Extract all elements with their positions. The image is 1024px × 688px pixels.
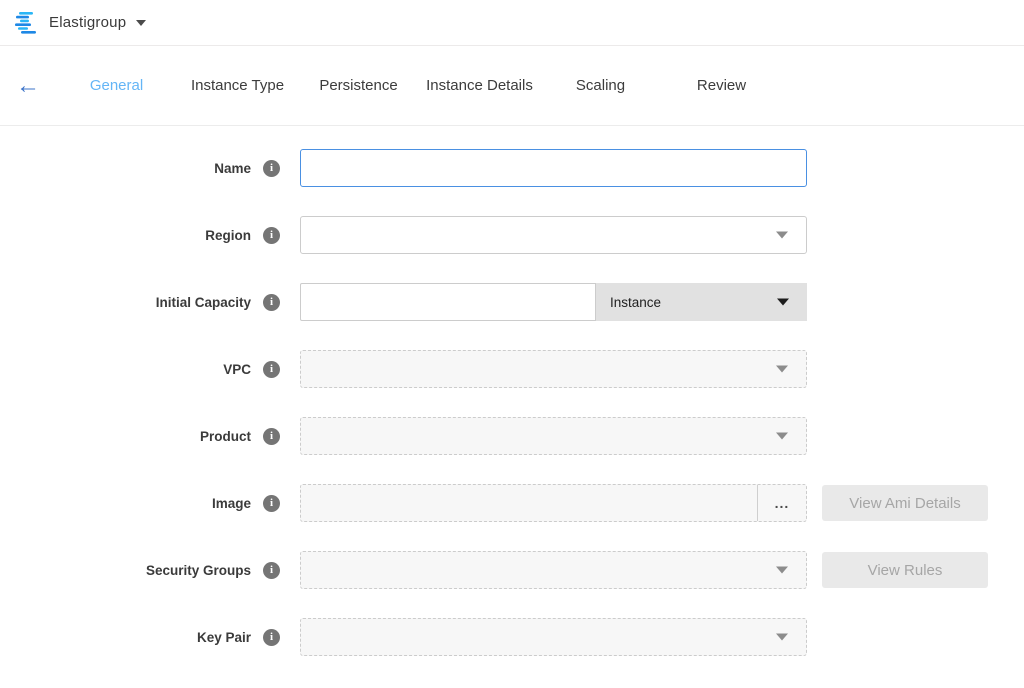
app-header: Elastigroup (0, 0, 1024, 46)
vpc-label: VPC (223, 362, 251, 377)
tab-persistence[interactable]: Persistence (298, 77, 419, 94)
capacity-unit-select[interactable]: Instance (596, 283, 807, 321)
vpc-select (300, 350, 807, 388)
form-row-image: Image i ... View Ami Details (0, 484, 1024, 522)
info-icon[interactable]: i (263, 495, 280, 512)
chevron-down-icon (776, 433, 788, 440)
region-select[interactable] (300, 216, 807, 254)
info-icon[interactable]: i (263, 294, 280, 311)
form-row-name: Name i (0, 149, 1024, 187)
info-icon[interactable]: i (263, 562, 280, 579)
region-label: Region (205, 228, 251, 243)
initial-capacity-label: Initial Capacity (156, 295, 251, 310)
info-icon[interactable]: i (263, 361, 280, 378)
chevron-down-icon (776, 232, 788, 239)
product-label: Product (200, 429, 251, 444)
info-icon[interactable]: i (263, 160, 280, 177)
tabs: General Instance Type Persistence Instan… (56, 77, 782, 94)
elastigroup-logo (14, 12, 40, 34)
name-input[interactable] (300, 149, 807, 187)
form-row-product: Product i (0, 417, 1024, 455)
view-rules-button[interactable]: View Rules (822, 552, 988, 588)
tab-instance-details[interactable]: Instance Details (419, 77, 540, 94)
product-select (300, 417, 807, 455)
back-arrow-icon: ← (16, 72, 40, 99)
chevron-down-icon (776, 366, 788, 373)
form-row-security-groups: Security Groups i View Rules (0, 551, 1024, 589)
info-icon[interactable]: i (263, 428, 280, 445)
view-ami-details-button[interactable]: View Ami Details (822, 485, 988, 521)
chevron-down-icon (777, 299, 789, 306)
form-row-region: Region i (0, 216, 1024, 254)
key-pair-label: Key Pair (197, 630, 251, 645)
image-label: Image (212, 496, 251, 511)
tab-scaling[interactable]: Scaling (540, 77, 661, 94)
general-form: Name i Region i Initial Capacity i Insta… (0, 126, 1024, 656)
capacity-unit-value: Instance (610, 295, 661, 310)
tab-general[interactable]: General (56, 77, 177, 94)
initial-capacity-input[interactable] (300, 283, 596, 321)
info-icon[interactable]: i (263, 629, 280, 646)
app-title[interactable]: Elastigroup (49, 14, 126, 31)
key-pair-select (300, 618, 807, 656)
security-groups-select (300, 551, 807, 589)
back-button[interactable]: ← (0, 74, 56, 98)
name-label: Name (214, 161, 251, 176)
tab-instance-type[interactable]: Instance Type (177, 77, 298, 94)
chevron-down-icon (776, 634, 788, 641)
wizard-tabbar: ← General Instance Type Persistence Inst… (0, 46, 1024, 126)
image-value (301, 485, 758, 521)
security-groups-label: Security Groups (146, 563, 251, 578)
info-icon[interactable]: i (263, 227, 280, 244)
chevron-down-icon (776, 567, 788, 574)
form-row-initial-capacity: Initial Capacity i Instance (0, 283, 1024, 321)
image-browse-button[interactable]: ... (758, 485, 806, 521)
tab-review[interactable]: Review (661, 77, 782, 94)
chevron-down-icon[interactable] (136, 20, 146, 26)
form-row-key-pair: Key Pair i (0, 618, 1024, 656)
image-picker: ... (300, 484, 807, 522)
form-row-vpc: VPC i (0, 350, 1024, 388)
